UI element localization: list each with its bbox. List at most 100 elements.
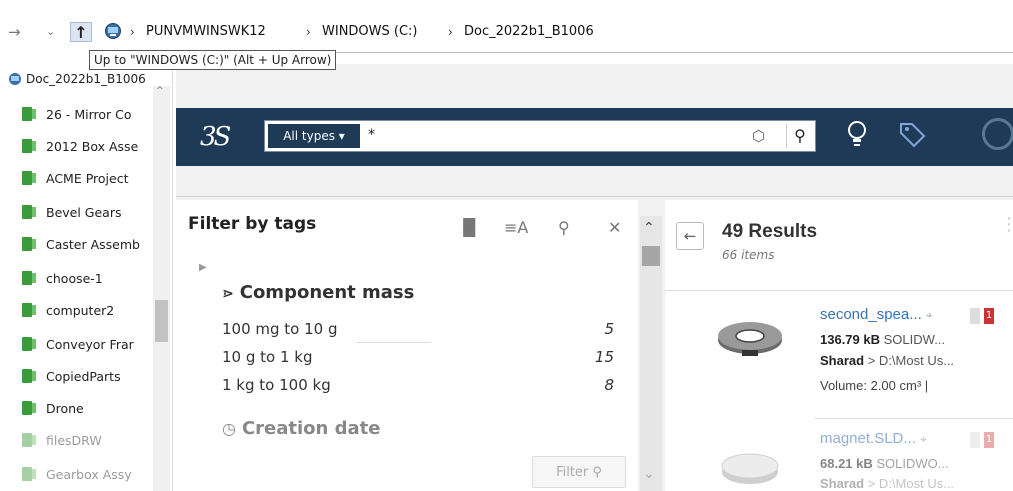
filter-button-label: Filter (556, 465, 589, 480)
tree-item[interactable]: Bevel Gears (22, 196, 150, 228)
lightbulb-icon[interactable] (846, 120, 868, 150)
scroll-up-icon[interactable]: ^ (156, 86, 164, 96)
status-badge: 1 (984, 432, 994, 448)
chevron-down-icon[interactable]: ⌄ (643, 466, 655, 482)
search-input[interactable]: * (368, 127, 375, 143)
tree-item-label: Caster Assemb (46, 236, 140, 252)
result-name[interactable]: second_spea... ⌖ (820, 306, 933, 323)
sort-alpha-icon[interactable]: ≡A (504, 218, 528, 237)
tree-item[interactable]: CopiedParts (22, 360, 150, 392)
types-dropdown[interactable]: All types ▾ (268, 124, 360, 148)
folder-icon (22, 303, 36, 317)
folder-icon (22, 237, 36, 251)
tree-item-label: 26 - Mirror Co (46, 106, 132, 122)
path-separator: > (867, 353, 876, 368)
filter-row-label: 100 mg to 10 g (222, 320, 338, 338)
tree-item[interactable]: computer2 (22, 294, 150, 326)
result-type-label: SOLIDW... (883, 332, 946, 347)
part-thumbnail[interactable] (712, 318, 788, 358)
folder-icon (22, 139, 36, 153)
results-divider (665, 290, 1013, 291)
path-separator: > (867, 476, 876, 491)
tree-item[interactable]: choose-1 (22, 262, 150, 294)
filter-row-count: 8 (604, 376, 614, 394)
up-arrow-icon[interactable]: ↑ (70, 22, 92, 42)
result-path-label: D:\Most Us... (878, 353, 955, 368)
tree-scrollbar[interactable] (153, 86, 170, 491)
tree-item-label: Gearbox Assy (46, 466, 132, 482)
filter-title: Filter by tags (188, 214, 317, 234)
tree-item[interactable]: Caster Assemb (22, 228, 150, 260)
filter-button[interactable]: Filter ⚲ (532, 456, 626, 488)
search-icon[interactable]: ⚲ (786, 124, 813, 148)
bar-chart-icon[interactable]: ▐▌ (457, 218, 482, 237)
forward-arrow-icon[interactable]: → (8, 22, 21, 42)
3ds-logo-icon: 3S (200, 122, 231, 152)
results-divider (815, 418, 1013, 419)
status-badge (970, 432, 980, 448)
filter-row[interactable]: 100 mg to 10 g 5 (222, 320, 614, 338)
search-icon[interactable]: ⚲ (558, 218, 570, 237)
tree-root[interactable]: Doc_2022b1_B1006 (8, 70, 168, 88)
tree-root-label: Doc_2022b1_B1006 (26, 72, 146, 86)
tree-item[interactable]: Conveyor Frar (22, 328, 150, 360)
expand-triangle-icon[interactable]: ▶ (199, 262, 207, 273)
folder-icon (22, 467, 36, 481)
tree-item-label: filesDRW (46, 432, 102, 448)
result-type-label: SOLIDWO... (876, 456, 949, 471)
result-size: 136.79 kB SOLIDW... (820, 332, 945, 347)
result-size: 68.21 kB SOLIDWO... (820, 456, 949, 471)
tree-item[interactable]: Drone (22, 392, 150, 424)
result-name[interactable]: magnet.SLD... ⌖ (820, 430, 927, 447)
results-count: 49 Results (722, 221, 818, 242)
status-badge (970, 308, 980, 324)
tree-item[interactable]: 2012 Box Asse (22, 130, 150, 162)
close-icon[interactable]: ✕ (608, 218, 621, 237)
tree-item-label: ACME Project (46, 170, 129, 186)
filter-row-count: 15 (594, 348, 614, 366)
share-icon: ⌖ (925, 308, 933, 322)
user-avatar-icon[interactable] (982, 118, 1013, 150)
computer-icon (105, 23, 121, 39)
filter-scroll-thumb[interactable] (642, 246, 660, 266)
tag-icon[interactable] (898, 120, 926, 150)
folder-icon (22, 369, 36, 383)
sub-bar (176, 166, 1013, 197)
breadcrumb-item[interactable]: WINDOWS (C:) (322, 22, 418, 42)
folder-icon (22, 205, 36, 219)
tree-item-label: 2012 Box Asse (46, 138, 139, 154)
part-thumbnail[interactable] (712, 446, 788, 486)
breadcrumb-item[interactable]: PUNVMWINSWK12 (146, 22, 266, 42)
tree-item-label: Conveyor Frar (46, 336, 134, 352)
recent-locations-chevron-icon[interactable]: ⌄ (46, 22, 55, 42)
result-path-label: D:\Most Us... (878, 476, 955, 491)
back-arrow-icon[interactable]: ← (676, 222, 704, 250)
tree-item-label: computer2 (46, 302, 115, 318)
result-name-label: magnet.SLD... (820, 430, 916, 447)
tree-item[interactable]: 26 - Mirror Co (22, 98, 150, 130)
tree-item[interactable]: filesDRW (22, 424, 150, 456)
folder-icon (22, 107, 36, 121)
breadcrumb-separator-icon: › (306, 25, 311, 39)
tree-item[interactable]: ACME Project (22, 162, 150, 194)
filter-row-label: 10 g to 1 kg (222, 348, 313, 366)
folder-icon (22, 171, 36, 185)
filter-row-bar (357, 342, 431, 343)
breadcrumb-item[interactable]: Doc_2022b1_B1006 (464, 22, 594, 42)
component-mass-header[interactable]: ⋗ Component mass (222, 282, 414, 303)
tree-item[interactable]: Gearbox Assy (22, 458, 150, 490)
filter-row[interactable]: 1 kg to 100 kg 8 (222, 376, 614, 394)
component-mass-label: Component mass (239, 282, 415, 303)
result-size-label: 136.79 kB (820, 332, 880, 347)
breadcrumb-separator-icon: › (130, 25, 135, 39)
folder-icon (22, 401, 36, 415)
3d-cube-icon[interactable]: ⬡ (752, 127, 765, 145)
more-options-icon[interactable]: ⋮ (1000, 214, 1013, 235)
chevron-up-icon[interactable]: ⌃ (643, 220, 655, 236)
filter-pane (176, 200, 638, 491)
filter-row[interactable]: 10 g to 1 kg 15 (222, 348, 614, 366)
tree-scroll-thumb[interactable] (155, 300, 168, 342)
status-badge: 1 (984, 308, 994, 324)
creation-date-header[interactable]: ◷ Creation date (222, 418, 380, 439)
result-size-label: 68.21 kB (820, 456, 873, 471)
